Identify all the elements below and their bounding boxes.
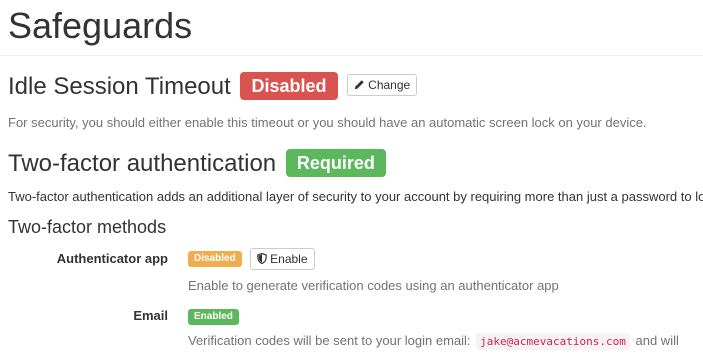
idle-timeout-status-badge: Disabled xyxy=(240,71,338,100)
two-factor-description: Two-factor authentication adds an additi… xyxy=(8,189,703,204)
two-factor-status-badge: Required xyxy=(285,148,386,177)
two-factor-section: Two-factor authentication Required xyxy=(8,148,386,179)
email-controls: Enabled xyxy=(188,308,239,326)
idle-timeout-section: Idle Session Timeout Disabled Change xyxy=(8,71,418,102)
two-factor-methods-heading: Two-factor methods xyxy=(8,217,167,237)
title-divider xyxy=(0,55,703,56)
authenticator-app-status-badge: Disabled xyxy=(188,251,242,267)
two-factor-heading: Two-factor authentication xyxy=(8,150,277,177)
email-description-suffix: and will xyxy=(635,333,679,348)
email-status-badge: Enabled xyxy=(188,308,239,325)
email-description-prefix: Verification codes will be sent to your … xyxy=(188,333,471,348)
page-title: Safeguards xyxy=(8,5,193,46)
method-label-email: Email xyxy=(133,308,168,323)
safeguards-page: Safeguards Idle Session Timeout Disabled… xyxy=(0,0,703,362)
idle-timeout-heading: Idle Session Timeout xyxy=(8,73,231,100)
pencil-icon xyxy=(355,79,364,89)
shield-icon xyxy=(257,252,267,265)
change-button-label: Change xyxy=(368,77,411,92)
authenticator-app-enable-button[interactable]: Enable xyxy=(250,248,315,270)
authenticator-app-controls: Disabled Enable xyxy=(188,248,315,270)
authenticator-app-description: Enable to generate verification codes us… xyxy=(188,278,559,293)
enable-button-label: Enable xyxy=(270,252,308,266)
idle-timeout-change-button[interactable]: Change xyxy=(347,73,418,96)
login-email-address: jake@acmevacations.com xyxy=(476,333,630,350)
idle-timeout-help-text: For security, you should either enable t… xyxy=(8,115,647,130)
method-label-authenticator-app: Authenticator app xyxy=(56,251,168,266)
email-description: Verification codes will be sent to your … xyxy=(188,333,679,350)
